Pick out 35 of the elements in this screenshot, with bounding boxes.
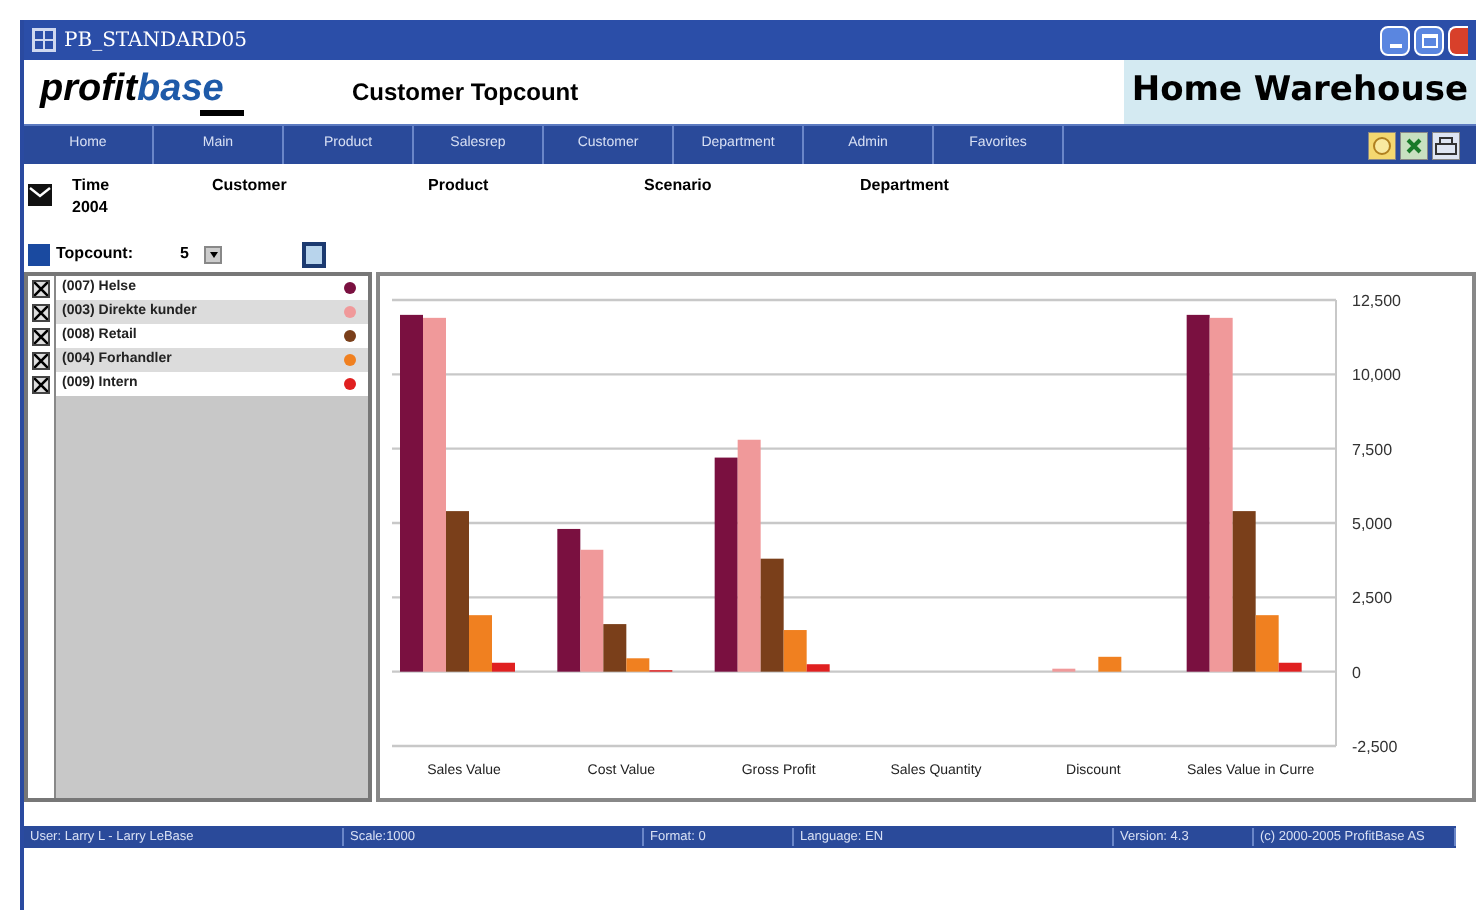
document-icon[interactable] bbox=[302, 241, 326, 267]
dimension-label: Department bbox=[860, 174, 951, 196]
axis-tick-label: 2,500 bbox=[1352, 589, 1393, 608]
logo: profitbase bbox=[40, 69, 280, 115]
dimension-label: Time bbox=[72, 174, 112, 196]
axis-tick-label: 12,500 bbox=[1352, 292, 1401, 310]
bar bbox=[1098, 656, 1122, 672]
axis-tick-label: 10,000 bbox=[1352, 366, 1401, 385]
dimension-label: Customer bbox=[212, 174, 289, 196]
maximize-button[interactable] bbox=[1414, 25, 1444, 55]
app-icon bbox=[32, 28, 56, 52]
checkbox[interactable] bbox=[32, 303, 50, 321]
print-icon[interactable] bbox=[1432, 131, 1460, 159]
topcount-label: Topcount: bbox=[56, 242, 136, 266]
topcount-value: 5 bbox=[180, 242, 191, 266]
axis-tick-label: 7,500 bbox=[1352, 440, 1393, 459]
dimension-label: Product bbox=[428, 174, 491, 196]
window-title: PB_STANDARD05 bbox=[64, 27, 248, 55]
dimension-label: Scenario bbox=[644, 174, 714, 196]
company-name: Home Warehouse bbox=[1131, 68, 1468, 115]
axis-tick-label: -2,500 bbox=[1352, 738, 1398, 756]
mail-icon[interactable] bbox=[28, 184, 52, 206]
spreadsheet-icon[interactable] bbox=[1400, 131, 1428, 159]
bar bbox=[557, 528, 581, 672]
dimension-value: 2004 bbox=[72, 196, 110, 218]
checkbox[interactable] bbox=[32, 327, 50, 345]
dropdown-button[interactable] bbox=[204, 245, 222, 263]
minimize-button[interactable] bbox=[1380, 25, 1410, 55]
axis-tick-label: 5,000 bbox=[1352, 515, 1393, 533]
close-button[interactable] bbox=[1448, 25, 1468, 55]
checkbox[interactable] bbox=[32, 279, 50, 297]
checkbox[interactable] bbox=[32, 375, 50, 393]
axis-tick-label: 0 bbox=[1352, 663, 1361, 682]
page-title: Customer Topcount bbox=[352, 76, 579, 110]
checkbox[interactable] bbox=[32, 351, 50, 369]
